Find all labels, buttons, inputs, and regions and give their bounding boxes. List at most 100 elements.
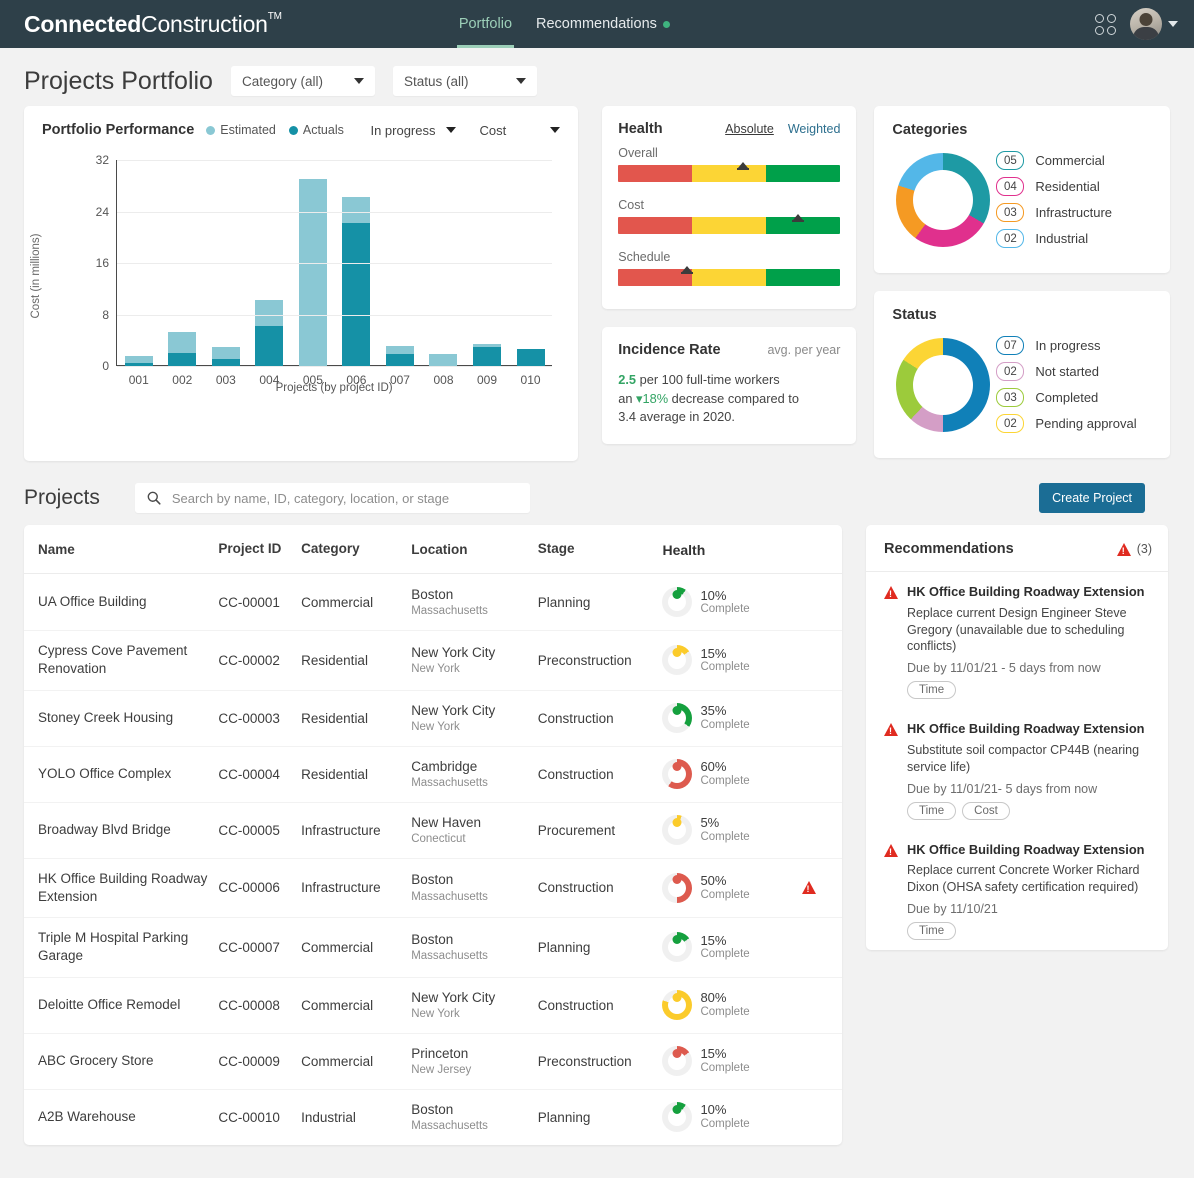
legend-row[interactable]: 02 Industrial [996, 229, 1154, 248]
progress-ring-dot [672, 875, 682, 885]
health-toggle-absolute[interactable]: Absolute [725, 122, 774, 136]
health-gauge [618, 269, 841, 286]
cell-location-city: Boston [411, 931, 454, 947]
table-row[interactable]: Broadway Blvd Bridge CC-00005 Infrastructu… [24, 801, 842, 858]
cell-location-city: Cambridge [411, 758, 478, 774]
column-header-name[interactable]: Name [38, 541, 218, 559]
table-row[interactable]: Triple M Hospital Parking Garage CC-00007… [24, 917, 842, 976]
categories-title: Categories [892, 122, 968, 138]
status-donut-chart [896, 337, 991, 432]
legend-row[interactable]: 05 Commercial [996, 151, 1154, 170]
progress-ring [662, 932, 693, 963]
cell-location: Boston Massachusetts [411, 1101, 538, 1134]
legend-row[interactable]: 02 Not started [996, 362, 1154, 381]
projects-search[interactable] [134, 483, 530, 513]
table-row[interactable]: Cypress Cove Pavement Renovation CC-00002… [24, 630, 842, 689]
table-row[interactable]: HK Office Building Roadway Extension CC-0… [24, 857, 842, 917]
legend-actuals-swatch [288, 125, 298, 135]
column-header-health[interactable]: Health [662, 541, 789, 559]
legend-row[interactable]: 02 Pending approval [996, 414, 1154, 433]
projects-header: Projects Create Project [0, 461, 1194, 525]
incidence-subtitle: avg. per year [767, 343, 841, 357]
progress-complete-label: Complete [700, 1061, 750, 1074]
cell-location: Boston Massachusetts [411, 931, 538, 964]
recommendations-header: Recommendations (3) [866, 525, 1168, 572]
cell-location-city: New Haven [411, 814, 481, 830]
cell-project-id: CC-00003 [218, 710, 280, 726]
recommendation-item[interactable]: HK Office Building Roadway Extension Repl… [866, 572, 1168, 709]
health-gauge-segment [766, 165, 841, 182]
cell-alert[interactable] [789, 881, 828, 895]
progress-text: 15% Complete [700, 1046, 749, 1075]
chevron-down-icon [353, 78, 364, 84]
column-header-project-id[interactable]: Project ID [218, 541, 301, 559]
page-title: Projects Portfolio [24, 66, 213, 95]
recommendations-count-label: (3) [1136, 542, 1152, 556]
recommendation-description: Replace current Concrete Worker Richard … [907, 863, 1140, 895]
progress-complete-label: Complete [700, 1005, 750, 1018]
progress-ring-dot [672, 817, 682, 827]
column-header-category[interactable]: Category [301, 541, 411, 559]
progress-complete-label: Complete [700, 1117, 750, 1130]
column-header-stage[interactable]: Stage [538, 541, 663, 559]
table-row[interactable]: UA Office Building CC-00001 Commercial Bost… [24, 574, 842, 630]
donut-cards-column: Categories 05 Commercial 04 Residential 03 In… [874, 106, 1170, 458]
progress-ring-dot [672, 1048, 682, 1058]
recommendation-tag[interactable]: Time [907, 801, 957, 820]
legend-row[interactable]: 03 Infrastructure [996, 203, 1154, 222]
legend-count-badge: 03 [996, 388, 1025, 407]
table-row[interactable]: Stoney Creek Housing CC-00003 Residential N… [24, 689, 842, 746]
chart-gridline [117, 211, 553, 213]
projects-table-body: UA Office Building CC-00001 Commercial Bost… [24, 574, 842, 1144]
legend-row[interactable]: 04 Residential [996, 177, 1154, 196]
progress-ring [662, 1046, 693, 1077]
recommendation-item[interactable]: HK Office Building Roadway Extension Subs… [866, 709, 1168, 829]
trademark-symbol: TM [267, 10, 282, 22]
warning-triangle-icon[interactable] [801, 881, 816, 895]
search-input[interactable] [169, 489, 518, 507]
incidence-change-value: ▾18% [636, 390, 669, 406]
recommendation-tag[interactable]: Time [907, 681, 957, 700]
recommendation-tag[interactable]: Cost [962, 801, 1010, 820]
filter-category-select[interactable]: Category (all) [230, 66, 375, 96]
cell-stage: Preconstruction [537, 652, 632, 668]
health-gauge [618, 165, 841, 182]
performance-metric-select[interactable]: Cost [480, 123, 561, 138]
cell-location-state: Massachusetts [411, 604, 488, 617]
grid-apps-icon[interactable] [1095, 13, 1116, 35]
filter-status-select[interactable]: Status (all) [392, 66, 537, 96]
legend-row[interactable]: 03 Completed [996, 388, 1154, 407]
create-project-button[interactable]: Create Project [1039, 483, 1145, 513]
table-row[interactable]: YOLO Office Complex CC-00004 Residential Ca… [24, 745, 842, 802]
user-menu[interactable] [1130, 8, 1178, 40]
legend-item-label: Pending approval [1035, 416, 1137, 431]
cell-location-state: New York [411, 1007, 460, 1020]
table-row[interactable]: A2B Warehouse CC-00010 Industrial Boston Mas… [24, 1088, 842, 1145]
recommendation-tag[interactable]: Time [907, 922, 957, 940]
status-card: Status 07 In progress 02 Not started 03 Compl… [874, 291, 1170, 458]
health-toggle-weighted[interactable]: Weighted [788, 122, 841, 136]
cell-stage: Construction [537, 766, 614, 782]
recommendation-tags: Time Cost [907, 801, 1152, 820]
health-gauge-segment [692, 165, 767, 182]
legend-estimated-label: Estimated [220, 123, 276, 137]
table-row[interactable]: Deloitte Office Remodel CC-00008 Commercia… [24, 976, 842, 1033]
brand-logo[interactable]: ConnectedConstructionTM [24, 11, 282, 38]
cell-location-state: New York [411, 720, 460, 733]
progress-complete-label: Complete [700, 661, 750, 674]
performance-progress-select[interactable]: In progress [370, 123, 456, 138]
cell-health: 80% Complete [662, 990, 789, 1021]
cell-category: Commercial [301, 997, 374, 1013]
recommendation-item[interactable]: HK Office Building Roadway Extension Repl… [866, 830, 1168, 950]
progress-ring-dot [672, 647, 682, 657]
legend-estimated-swatch [206, 125, 216, 135]
legend-row[interactable]: 07 In progress [996, 336, 1154, 355]
column-header-location[interactable]: Location [411, 541, 538, 559]
cell-location-city: Boston [411, 1101, 454, 1117]
legend-count-badge: 02 [996, 362, 1025, 381]
table-row[interactable]: ABC Grocery Store CC-00009 Commercial Princ… [24, 1032, 842, 1089]
cell-project-id: CC-00009 [218, 1053, 280, 1069]
nav-tab-portfolio[interactable]: Portfolio [456, 0, 515, 48]
chart-gridline [117, 366, 553, 367]
nav-tab-recommendations[interactable]: Recommendations [534, 0, 672, 48]
